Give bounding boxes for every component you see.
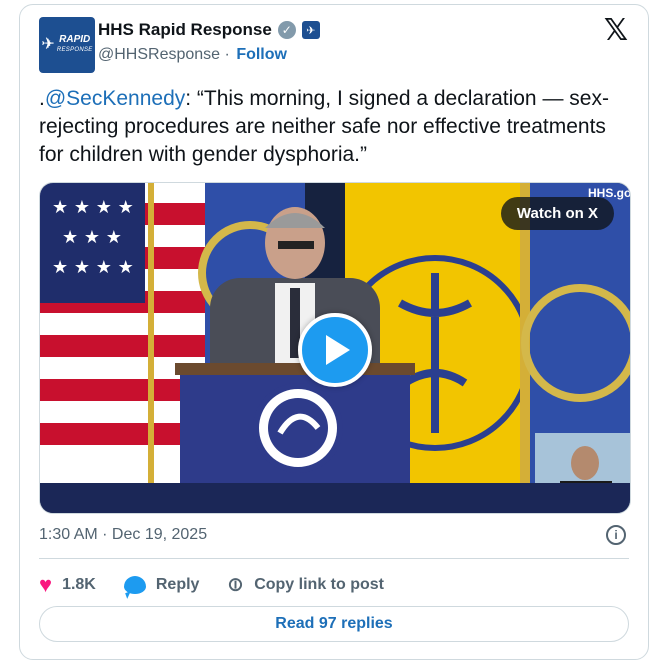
svg-text:★ ★ ★ ★: ★ ★ ★ ★ — [52, 257, 134, 278]
read-replies-button[interactable]: Read 97 replies — [39, 606, 629, 642]
watch-on-x-button[interactable]: Watch on X — [500, 197, 614, 230]
link-icon: ⊘ — [222, 571, 250, 599]
mention-link[interactable]: @SecKennedy — [45, 87, 185, 110]
verified-badge-icon: ✓ — [277, 21, 296, 39]
info-icon[interactable]: i — [606, 525, 626, 545]
reply-button[interactable]: Reply — [123, 575, 200, 594]
play-button[interactable] — [298, 313, 372, 387]
name-row: HHS Rapid Response ✓ ✈ — [98, 20, 320, 40]
tweet-card: ✈ RAPID RESPONSE HHS Rapid Response ✓ ✈ … — [19, 4, 649, 660]
display-name[interactable]: HHS Rapid Response — [98, 20, 272, 40]
divider — [39, 558, 629, 559]
timestamp[interactable]: 1:30 AM · Dec 19, 2025 — [39, 526, 207, 544]
reply-label: Reply — [155, 575, 200, 593]
svg-text:★ ★ ★ ★: ★ ★ ★ ★ — [52, 197, 134, 218]
heart-icon: ♥ — [39, 571, 53, 597]
copy-link-label: Copy link to post — [254, 575, 384, 593]
x-logo-icon[interactable]: 𝕏 — [602, 16, 630, 46]
copy-link-button[interactable]: ⊘ Copy link to post — [222, 571, 384, 598]
handle-separator: · — [224, 46, 230, 63]
like-button[interactable]: ♥ 1.8K — [39, 571, 96, 597]
avatar-logo-text: RAPID RESPONSE — [57, 35, 93, 55]
handle[interactable]: @HHSResponse — [98, 46, 220, 63]
handle-row: @HHSResponse · Follow — [98, 46, 287, 64]
avatar[interactable]: ✈ RAPID RESPONSE — [39, 17, 95, 73]
tweet-text: .@SecKennedy: “This morning, I signed a … — [39, 85, 629, 169]
reply-bubble-icon — [123, 575, 146, 594]
follow-button[interactable]: Follow — [236, 46, 287, 63]
government-badge-icon: ✈ — [301, 21, 320, 39]
action-bar: ♥ 1.8K Reply ⊘ Copy link to post — [39, 571, 412, 598]
eagle-logo-icon: ✈ — [41, 36, 55, 53]
podium — [175, 363, 415, 483]
video-player[interactable]: ★ ★ ★ ★ ★ ★ ★ ★ ★ ★ ★ HHS.go Watch on X — [39, 182, 631, 514]
avatar-text: RAPID — [59, 34, 91, 45]
likes-count: 1.8K — [62, 575, 96, 593]
svg-text:★ ★ ★: ★ ★ ★ — [62, 227, 122, 248]
play-icon — [326, 335, 350, 365]
avatar-subtext: RESPONSE — [56, 47, 93, 53]
